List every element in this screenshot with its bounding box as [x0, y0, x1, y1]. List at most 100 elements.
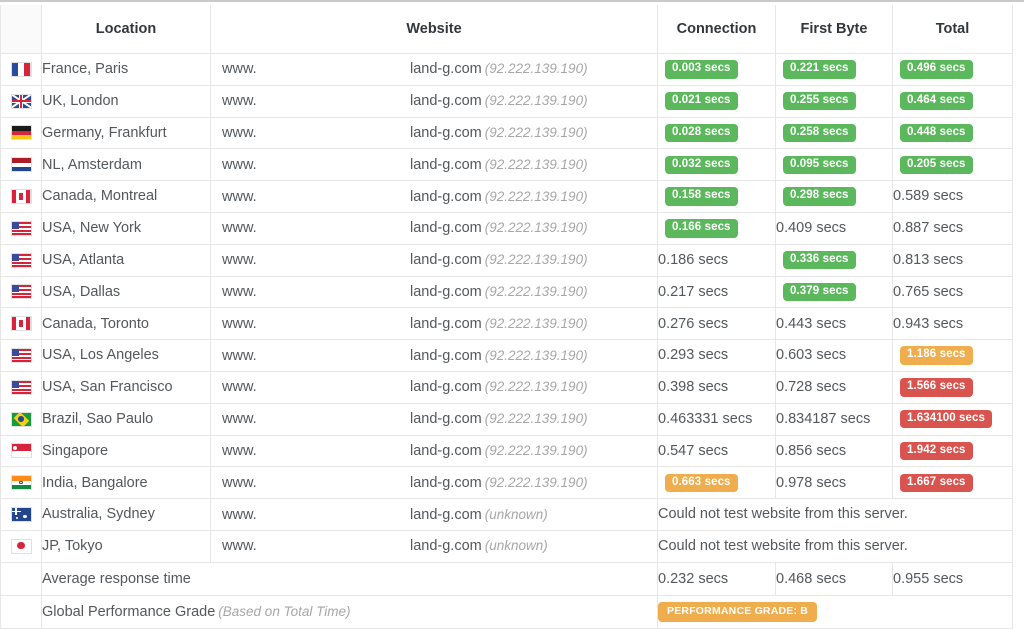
website-inner: www. land-g.com (92.222.139.190) — [212, 86, 657, 117]
website-domain: land-g.com — [410, 188, 482, 205]
timing-badge: 0.032 secs — [665, 155, 738, 175]
error-message: Could not test website from this server. — [657, 529, 1013, 563]
website-suffix: land-g.com (92.222.139.190) — [410, 62, 588, 77]
header-first-byte[interactable]: First Byte — [775, 4, 893, 54]
total-time: 1.186 secs — [892, 339, 1013, 372]
website-prefix: www. — [222, 379, 257, 396]
timing-badge: 0.158 secs — [665, 187, 738, 206]
website-prefix: www. — [222, 410, 257, 427]
total-time: 0.813 secs — [892, 243, 1013, 277]
table-row: Canada, Toronto www. land-g.com (92.222.139… — [0, 307, 1013, 341]
timing-badge: 0.258 secs — [783, 123, 856, 143]
flag-france-icon — [11, 62, 31, 76]
website-ip: (92.222.139.190) — [484, 251, 588, 267]
performance-grade-title: Global Performance Grade — [42, 603, 216, 620]
header-location[interactable]: Location — [41, 4, 211, 54]
location-flag-cell — [0, 148, 42, 182]
location-flag-cell — [0, 498, 42, 531]
website-redacted-region — [259, 372, 410, 403]
website-redacted-region — [259, 149, 410, 180]
website-inner: www. land-g.com (92.222.139.190) — [212, 467, 657, 498]
first-byte-time: 0.255 secs — [775, 84, 893, 118]
website-redacted-region — [259, 308, 410, 339]
website-domain: land-g.com — [410, 283, 482, 300]
total-time: 0.765 secs — [892, 275, 1013, 309]
table-row: Canada, Montreal www. land-g.com (92.222.13… — [0, 180, 1013, 213]
website-prefix: www. — [222, 188, 257, 205]
location-flag-cell — [0, 370, 42, 404]
timing-badge: 0.379 secs — [783, 282, 856, 302]
flag-uk-icon — [11, 94, 31, 108]
first-byte-time: 0.298 secs — [775, 180, 893, 213]
average-row-spacer — [0, 561, 42, 596]
flag-usa-icon — [11, 253, 31, 267]
flag-usa-icon — [11, 221, 31, 235]
website-cell: www. land-g.com (92.222.139.190) — [210, 148, 658, 182]
table-row: Germany, Frankfurt www. land-g.com (92.222.… — [0, 116, 1013, 150]
header-total[interactable]: Total — [892, 4, 1013, 54]
top-rule — [0, 0, 1024, 5]
connection-time: 0.003 secs — [657, 53, 776, 86]
website-cell: www. land-g.com (92.222.139.190) — [210, 275, 658, 309]
speed-test-table: Location Website Connection First Byte T… — [0, 4, 1013, 629]
website-prefix: www. — [222, 474, 257, 491]
timing-badge: 0.095 secs — [783, 155, 856, 175]
website-cell: www. land-g.com (92.222.139.190) — [210, 243, 658, 277]
website-redacted-region — [259, 499, 410, 530]
website-cell: www. land-g.com (92.222.139.190) — [210, 180, 658, 213]
location-flag-cell — [0, 529, 42, 563]
website-redacted-region — [259, 86, 410, 117]
website-domain: land-g.com — [410, 538, 482, 555]
location-name: JP, Tokyo — [41, 529, 211, 563]
location-name: UK, London — [41, 84, 211, 118]
first-byte-time: 0.258 secs — [775, 116, 893, 150]
timing-badge: 0.336 secs — [783, 250, 856, 270]
header-connection[interactable]: Connection — [657, 4, 776, 54]
total-time: 0.943 secs — [892, 307, 1013, 341]
flag-usa-icon — [11, 285, 31, 299]
header-row: Location Website Connection First Byte T… — [0, 4, 1013, 54]
website-inner: www. land-g.com (92.222.139.190) — [212, 245, 657, 276]
connection-time: 0.021 secs — [657, 84, 776, 118]
table-footer: Average response time 0.232 secs 0.468 sec… — [0, 561, 1013, 629]
total-time: 0.464 secs — [892, 84, 1013, 118]
timing-badge: 0.255 secs — [783, 91, 856, 111]
location-flag-cell — [0, 275, 42, 309]
flag-brazil-icon — [11, 412, 31, 426]
grade-row-spacer — [0, 594, 42, 629]
website-domain: land-g.com — [410, 379, 482, 396]
website-domain: land-g.com — [410, 315, 482, 332]
website-suffix: land-g.com (92.222.139.190) — [410, 315, 588, 332]
website-domain: land-g.com — [410, 410, 482, 427]
header-website[interactable]: Website — [210, 4, 658, 54]
flag-netherlands-icon — [11, 158, 31, 172]
website-redacted-region — [259, 531, 410, 562]
timing-badge: 1.942 secs — [900, 441, 973, 461]
flag-germany-icon — [11, 126, 31, 140]
website-suffix: land-g.com (92.222.139.190) — [410, 348, 588, 363]
location-name: NL, Amsterdam — [41, 148, 211, 182]
website-suffix: land-g.com (92.222.139.190) — [410, 221, 588, 236]
website-redacted-region — [259, 467, 410, 498]
website-prefix: www. — [222, 442, 257, 459]
website-ip: (92.222.139.190) — [484, 61, 588, 77]
flag-canada-icon — [11, 190, 31, 203]
total-time: 0.887 secs — [892, 211, 1013, 245]
timing-badge: 0.221 secs — [783, 60, 856, 79]
website-suffix: land-g.com (unknown) — [410, 539, 548, 554]
timing-badge: 0.021 secs — [665, 91, 738, 111]
total-time: 0.448 secs — [892, 116, 1013, 150]
connection-time: 0.166 secs — [657, 211, 776, 245]
connection-time: 0.158 secs — [657, 180, 776, 213]
website-inner: www. land-g.com (92.222.139.190) — [212, 277, 657, 307]
website-prefix: www. — [222, 220, 257, 237]
website-ip: (92.222.139.190) — [484, 124, 588, 140]
performance-grade-badge: PERFORMANCE GRADE: B — [658, 602, 818, 622]
location-flag-cell — [0, 434, 42, 468]
website-prefix: www. — [222, 61, 257, 78]
website-redacted-region — [259, 118, 410, 148]
first-byte-time: 0.834187 secs — [775, 402, 893, 436]
total-time: 0.496 secs — [892, 53, 1013, 86]
flag-singapore-icon — [11, 444, 31, 458]
website-inner: www. land-g.com (92.222.139.190) — [212, 436, 657, 466]
